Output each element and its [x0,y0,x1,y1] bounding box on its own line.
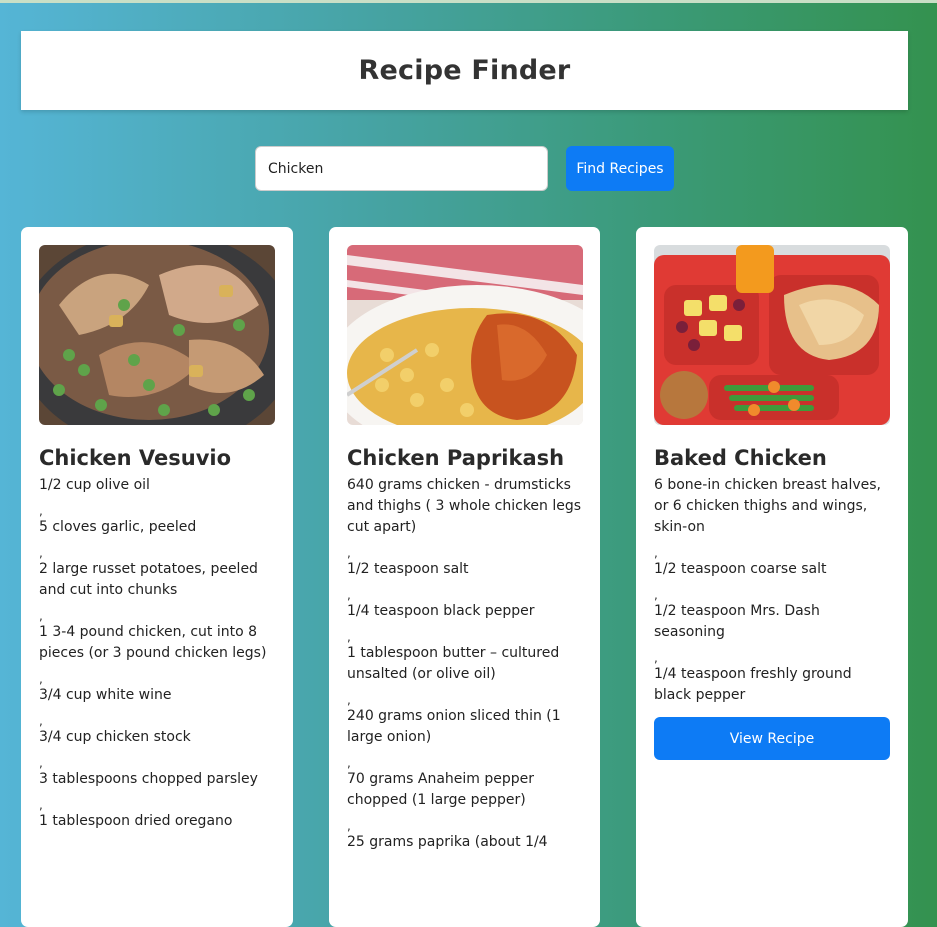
recipe-title: Chicken Vesuvio [39,446,232,470]
ingredient-item: 25 grams paprika (about 1/4 [347,834,548,850]
ingredient-list: 640 grams chicken - drumsticks and thigh… [347,475,582,853]
recipe-title: Chicken Paprikash [347,446,565,470]
window-top-edge [0,0,937,3]
page-title: Recipe Finder [358,55,571,86]
ingredient-item: 1 tablespoon dried oregano [39,813,233,829]
recipe-image [347,245,583,425]
ingredient-separator: , [39,714,43,728]
ingredient-item: 1/2 teaspoon salt [347,561,469,577]
ingredient-separator: , [347,546,351,560]
ingredient-item: 240 grams onion sliced thin (1 large oni… [347,708,561,745]
ingredient-item: 1/2 cup olive oil [39,477,150,493]
ingredient-item: 3 tablespoons chopped parsley [39,771,258,787]
ingredient-item: 640 grams chicken - drumsticks and thigh… [347,477,582,535]
recipe-card: Baked Chicken 6 bone-in chicken breast h… [636,227,908,927]
page-header: Recipe Finder [21,31,908,110]
ingredient-separator: , [347,693,351,707]
recipe-card: Chicken Paprikash 640 grams chicken - dr… [329,227,600,927]
ingredient-item: 1/4 teaspoon freshly ground black pepper [654,666,852,703]
ingredient-separator: , [654,588,658,602]
ingredient-item: 2 large russet potatoes, peeled and cut … [39,561,258,598]
ingredient-item: 3/4 cup chicken stock [39,729,191,745]
recipe-image [654,245,890,425]
recipe-title: Baked Chicken [654,446,827,470]
ingredient-separator: , [39,798,43,812]
ingredient-separator: , [39,672,43,686]
ingredient-list: 6 bone-in chicken breast halves, or 6 ch… [654,475,890,706]
find-recipes-button[interactable]: Find Recipes [566,146,674,191]
ingredient-item: 1/2 teaspoon Mrs. Dash seasoning [654,603,820,640]
ingredient-item: 1/4 teaspoon black pepper [347,603,535,619]
ingredient-item: 1 tablespoon butter – cultured unsalted … [347,645,560,682]
ingredient-list: 1/2 cup olive oil , 5 cloves garlic, pee… [39,475,275,832]
ingredient-separator: , [39,546,43,560]
ingredient-separator: , [39,756,43,770]
ingredient-item: 3/4 cup white wine [39,687,172,703]
recipe-card: Chicken Vesuvio 1/2 cup olive oil , 5 cl… [21,227,293,927]
ingredient-separator: , [654,651,658,665]
ingredient-item: 1/2 teaspoon coarse salt [654,561,827,577]
ingredient-separator: , [347,819,351,833]
ingredient-item: 1 3-4 pound chicken, cut into 8 pieces (… [39,624,267,661]
ingredient-separator: , [347,756,351,770]
ingredient-item: 5 cloves garlic, peeled [39,519,197,535]
recipe-image [39,245,275,425]
ingredient-separator: , [39,609,43,623]
search-input[interactable] [255,146,548,191]
ingredient-separator: , [654,546,658,560]
view-recipe-button[interactable]: View Recipe [654,717,890,760]
ingredient-separator: , [347,630,351,644]
ingredient-separator: , [347,588,351,602]
ingredient-item: 6 bone-in chicken breast halves, or 6 ch… [654,477,882,535]
ingredient-item: 70 grams Anaheim pepper chopped (1 large… [347,771,535,808]
ingredient-separator: , [39,504,43,518]
